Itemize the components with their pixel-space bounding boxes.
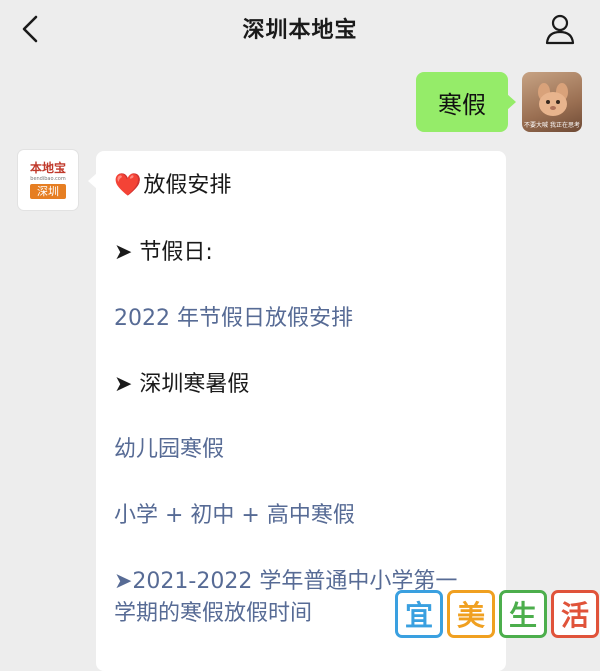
- top-bar: 深圳本地宝: [0, 0, 600, 56]
- account-avatar[interactable]: 本地宝 bendibao.com 深圳: [18, 150, 78, 210]
- link-semester-winter-line2[interactable]: 学期的寒假放假时间: [114, 595, 312, 627]
- link-2022-holidays[interactable]: 2022 年节假日放假安排: [114, 300, 353, 332]
- outgoing-bubble[interactable]: 寒假: [416, 72, 516, 132]
- logo-city: 深圳: [30, 184, 66, 199]
- message-line-holidays: ➤ 节假日:: [114, 240, 213, 265]
- profile-icon[interactable]: [542, 11, 578, 47]
- link-kindergarten-winter[interactable]: 幼儿园寒假: [114, 431, 224, 463]
- back-arrow-icon[interactable]: [14, 12, 48, 46]
- message-line-shenzhen-vacation: ➤ 深圳寒暑假: [114, 372, 250, 397]
- message-line-heading: ❤️放假安排: [114, 167, 231, 199]
- watermark-char: 生: [499, 590, 547, 638]
- link-school-winter[interactable]: 小学 + 初中 + 高中寒假: [114, 497, 355, 529]
- watermark-char: 宜: [395, 590, 443, 638]
- logo-brand: 本地宝: [29, 161, 66, 175]
- message-line-text: 放假安排: [143, 173, 232, 198]
- watermark-char: 活: [551, 590, 599, 638]
- watermark: 宜 美 生 活: [395, 590, 599, 638]
- chat-title: 深圳本地宝: [242, 18, 358, 43]
- logo-url: bendibao.com: [30, 176, 66, 182]
- avatar-caption: 不要大喊 我正在思考: [524, 122, 580, 129]
- user-avatar[interactable]: 不要大喊 我正在思考: [522, 72, 582, 132]
- heart-icon: ❤️: [114, 173, 142, 198]
- watermark-char: 美: [447, 590, 495, 638]
- outgoing-message: 寒假 不要大喊 我正在思考: [416, 72, 582, 132]
